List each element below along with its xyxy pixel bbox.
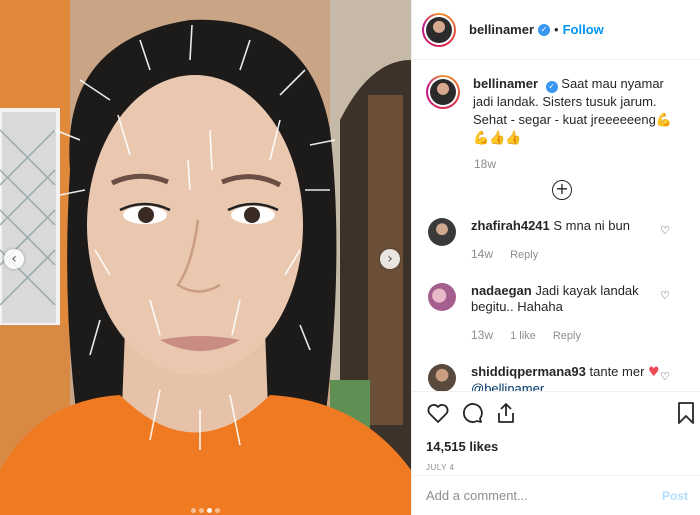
load-more-comments-button[interactable]: + <box>552 180 572 200</box>
comment-composer: Post <box>412 475 700 515</box>
author-avatar[interactable] <box>422 12 456 47</box>
header-separator: • <box>554 22 559 37</box>
post-date[interactable]: JULY 4 <box>426 463 688 472</box>
comment-item: shiddiqpermana93 tante mer ♥ @bellinamer… <box>426 364 688 391</box>
post-actions: 14,515 likes JULY 4 <box>412 391 700 472</box>
commenter-avatar[interactable] <box>428 283 456 311</box>
carousel-dot <box>199 508 204 513</box>
verified-badge-icon: ✓ <box>538 23 551 36</box>
likes-count[interactable]: 14,515 likes <box>426 439 688 454</box>
red-heart-emoji-icon: ♥ <box>648 365 660 380</box>
chevron-right-icon: › <box>387 251 393 267</box>
follow-button[interactable]: Follow <box>563 22 604 37</box>
comments-list[interactable]: bellinamer ✓ Saat mau nyamar jadi landak… <box>412 61 700 391</box>
caption-timestamp[interactable]: 18w <box>474 157 688 171</box>
bookmark-icon[interactable] <box>676 401 696 425</box>
heart-outline-icon[interactable] <box>426 401 450 425</box>
carousel-prev-button[interactable]: ‹ <box>4 249 24 269</box>
carousel-indicator <box>0 501 411 515</box>
comment-meta: 13w 1 like Reply <box>471 327 661 344</box>
commenter-avatar[interactable] <box>428 364 456 391</box>
comment-like-heart-icon[interactable]: ♡ <box>660 224 670 237</box>
chevron-left-icon: ‹ <box>11 251 17 267</box>
verified-badge-icon: ✓ <box>545 81 558 93</box>
reply-button[interactable]: Reply <box>553 330 581 342</box>
carousel-dot <box>191 508 196 513</box>
plus-circle-icon: + <box>555 179 569 198</box>
post-header: bellinamer ✓ • Follow <box>412 0 700 60</box>
caption: bellinamer ✓ Saat mau nyamar jadi landak… <box>426 75 688 147</box>
carousel-dot-active <box>207 508 212 513</box>
comment-bubble-icon[interactable] <box>460 401 484 425</box>
comment-like-heart-icon[interactable]: ♡ <box>660 289 670 302</box>
commenter-username[interactable]: zhafirah4241 <box>471 218 550 233</box>
commenter-username[interactable]: shiddiqpermana93 <box>471 364 586 379</box>
author-username[interactable]: bellinamer <box>469 22 534 37</box>
comment-timestamp[interactable]: 13w <box>471 328 493 342</box>
comment-text: tante mer <box>589 364 645 379</box>
post-side-panel: bellinamer ✓ • Follow bellinamer ✓ Saat … <box>411 0 700 515</box>
comment-meta: 14w Reply <box>471 246 661 263</box>
caption-avatar[interactable] <box>426 75 460 109</box>
commenter-username[interactable]: nadaegan <box>471 283 532 298</box>
post-comment-button[interactable]: Post <box>662 489 688 503</box>
comment-item: zhafirah4241 S mna ni bun 14w Reply ♡ <box>426 218 688 263</box>
post-photo[interactable]: ‹ › <box>0 0 411 515</box>
comment-like-heart-icon[interactable]: ♡ <box>660 370 670 383</box>
caption-username[interactable]: bellinamer <box>473 76 538 91</box>
reply-button[interactable]: Reply <box>510 249 538 261</box>
comment-like-count[interactable]: 1 like <box>510 330 536 342</box>
comment-mention-link[interactable]: @bellinamer <box>471 381 544 391</box>
commenter-avatar[interactable] <box>428 218 456 246</box>
post-photo-illustration <box>0 0 411 515</box>
comment-input[interactable] <box>426 488 662 503</box>
carousel-dot <box>215 508 220 513</box>
comment-timestamp[interactable]: 14w <box>471 247 493 261</box>
comment-text: S mna ni bun <box>553 218 630 233</box>
carousel-next-button[interactable]: › <box>380 249 400 269</box>
share-icon[interactable] <box>494 401 518 425</box>
caption-text: bellinamer ✓ Saat mau nyamar jadi landak… <box>473 75 673 147</box>
comment-item: nadaegan Jadi kayak landak begitu.. Haha… <box>426 283 688 344</box>
